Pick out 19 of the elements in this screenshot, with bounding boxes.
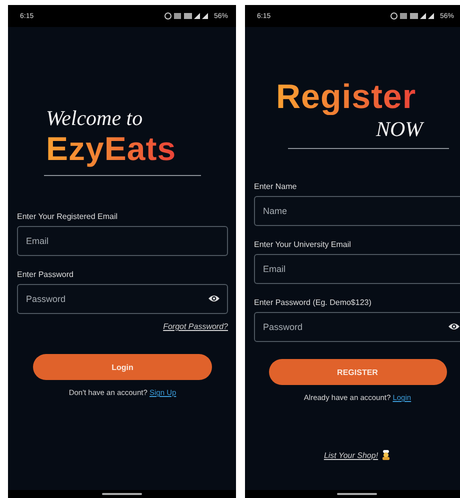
- chef-icon: [381, 450, 392, 460]
- welcome-heading: Welcome to: [46, 105, 143, 131]
- forgot-password-link[interactable]: Forgot Password?: [163, 322, 228, 331]
- password-field[interactable]: Password: [254, 312, 460, 342]
- now-subtitle: NOW: [376, 116, 423, 143]
- eye-icon[interactable]: [448, 322, 460, 331]
- eye-icon[interactable]: [208, 294, 220, 303]
- field-label: Enter Your University Email: [254, 240, 352, 250]
- input-field[interactable]: Email: [254, 254, 460, 284]
- input-field[interactable]: Name: [254, 196, 460, 226]
- password-field[interactable]: Password: [17, 284, 228, 314]
- field-label: Enter Password (Eg. Demo$123): [254, 298, 372, 308]
- input-field[interactable]: Email: [17, 226, 228, 256]
- field-label: Enter Password: [17, 270, 74, 280]
- field-label: Enter Your Registered Email: [17, 212, 118, 222]
- status-icons: [164, 12, 210, 20]
- field-label: Enter Name: [254, 182, 298, 192]
- list-shop-link[interactable]: List Your Shop!: [324, 450, 378, 460]
- status-icons: [390, 12, 436, 20]
